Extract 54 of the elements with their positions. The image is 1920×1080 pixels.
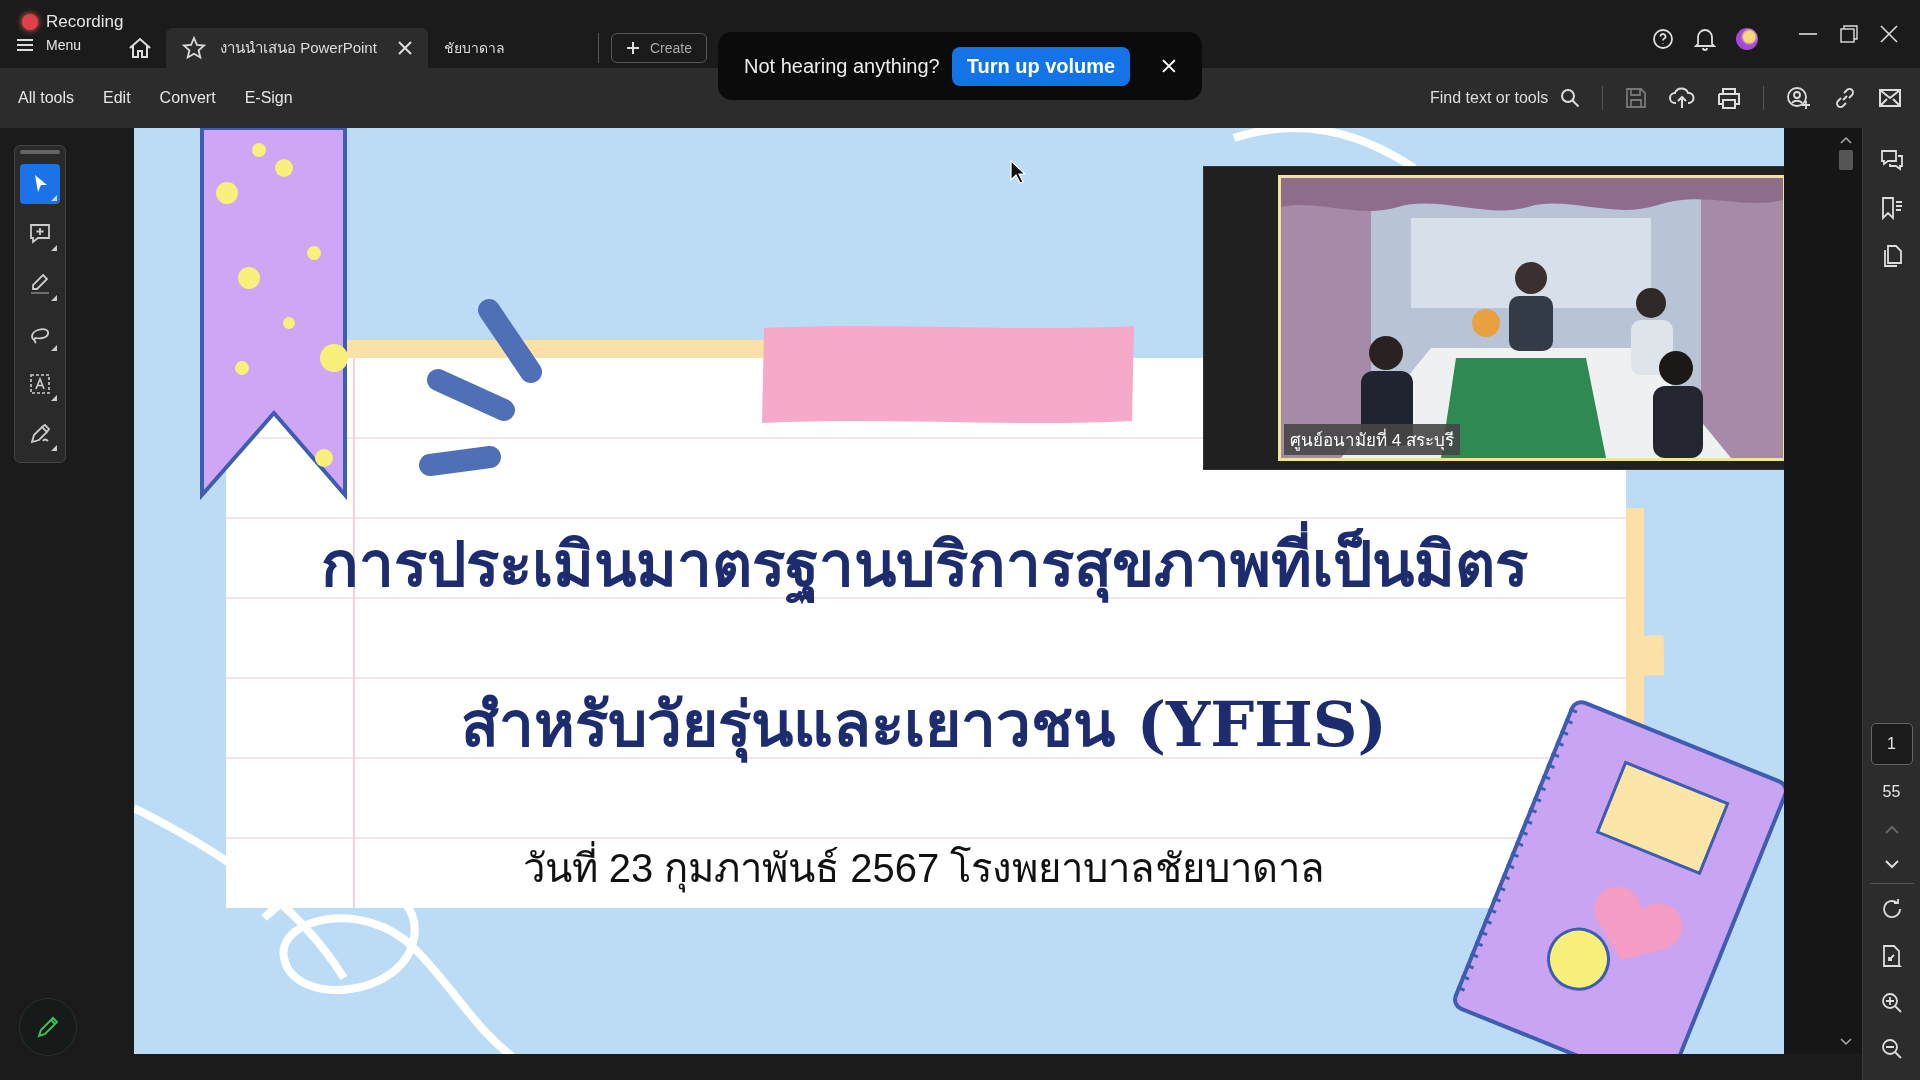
toolbar-menu[interactable]: Convert [159, 89, 216, 107]
toolbar-menu[interactable]: All tools [18, 89, 75, 107]
page-fit-icon[interactable] [1880, 944, 1903, 968]
star-icon[interactable] [182, 36, 206, 60]
mail-icon[interactable] [1878, 88, 1902, 108]
document-tab[interactable]: งานนำเสนอ PowerPoint [166, 28, 428, 68]
restore-icon[interactable] [1840, 25, 1858, 43]
comment-icon[interactable] [28, 222, 52, 246]
add-person-icon[interactable] [1786, 86, 1812, 110]
toolbar-menu[interactable]: E-Sign [244, 89, 293, 107]
cursor-icon [1010, 160, 1026, 184]
highlight-icon[interactable] [28, 272, 52, 296]
save-icon[interactable] [1625, 87, 1647, 109]
slide-title: สำหรับวัยรุ่นและเยาวชน (YFHS) [461, 687, 1387, 765]
toast-message: Not hearing anything? [744, 54, 940, 78]
sign-icon[interactable] [28, 422, 52, 446]
menu-button[interactable]: Menu [16, 34, 82, 56]
scroll-down-icon[interactable] [1840, 1038, 1852, 1046]
home-icon[interactable] [128, 37, 152, 59]
page-number-field[interactable]: 1 [1870, 723, 1913, 765]
page-count: 55 [1882, 783, 1901, 801]
create-button[interactable]: Create [611, 33, 708, 63]
plus-icon[interactable] [626, 41, 640, 55]
search-icon[interactable] [1560, 88, 1580, 108]
print-icon[interactable] [1717, 87, 1741, 109]
zoom-in-icon[interactable] [1880, 992, 1903, 1014]
scroll-up-icon[interactable] [1840, 136, 1852, 144]
text-icon[interactable] [28, 372, 52, 396]
slide-subtitle: วันที่ 23 กุมภาพันธ์ 2567 โรงพยาบาลชัยบาดาล [522, 838, 1326, 898]
link-icon[interactable] [1834, 87, 1856, 109]
help-icon[interactable] [1652, 28, 1674, 50]
search-field[interactable]: Find text or tools [1428, 88, 1580, 108]
recording-label: Recording [46, 12, 124, 32]
select-tool-button[interactable] [20, 164, 60, 204]
rotate-icon[interactable] [1880, 898, 1903, 920]
close-icon[interactable] [1880, 25, 1898, 43]
cloud-upload-icon[interactable] [1669, 86, 1695, 110]
turn-up-volume-button[interactable]: Turn up volume [951, 46, 1131, 86]
pencil-icon[interactable] [35, 1014, 61, 1040]
zoom-out-icon[interactable] [1880, 1038, 1903, 1060]
next-page-icon[interactable] [1884, 859, 1899, 869]
comments-icon[interactable] [1879, 148, 1904, 172]
video-caption: ศูนย์อนามัยที่ 4 สระบุรี [1284, 424, 1460, 455]
close-tab-icon[interactable] [398, 41, 412, 55]
previous-page-icon[interactable] [1884, 825, 1899, 835]
recording-icon [22, 14, 38, 30]
avatar-icon[interactable] [1736, 28, 1758, 50]
document-tab[interactable]: ชัยบาดาล [428, 28, 598, 68]
toolbar-menu[interactable]: Edit [103, 89, 131, 107]
scrollbar-thumb[interactable] [1839, 150, 1853, 170]
slide-title: การประเมินมาตรฐานบริการสุขภาพที่เป็นมิตร [320, 485, 1528, 645]
bookmark-icon[interactable] [1879, 196, 1904, 220]
notification-bell-icon[interactable] [1694, 27, 1716, 51]
menu-icon[interactable] [16, 38, 34, 52]
